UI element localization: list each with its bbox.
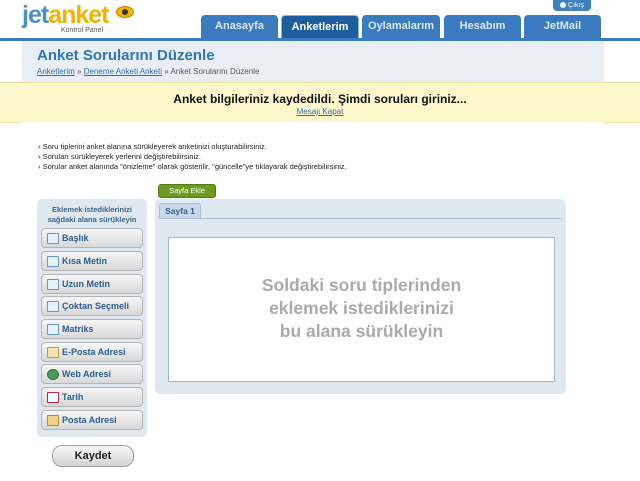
drop-zone-hint-line: eklemek istediklerinizi: [269, 298, 454, 318]
instructions-list: › Soru tiplerini anket alanına sürükleye…: [38, 142, 347, 172]
instructions-area: › Soru tiplerini anket alanına sürükleye…: [22, 122, 604, 180]
question-type-label: Uzun Metin: [62, 279, 110, 289]
question-type-postal-address[interactable]: Posta Adresi: [41, 410, 143, 430]
matrix-icon: [47, 324, 59, 335]
question-type-long-text[interactable]: Uzun Metin: [41, 274, 143, 294]
drop-zone-hint-line: Soldaki soru tiplerinden: [261, 275, 462, 295]
breadcrumb-separator: »: [164, 67, 169, 76]
power-icon: [560, 2, 567, 8]
question-types-panel: Eklemek istediklerinizi sağdaki alana sü…: [37, 199, 147, 437]
panel-heading-line: sağdaki alana sürükleyin: [47, 215, 137, 224]
calendar-icon: [47, 392, 59, 403]
breadcrumb-separator: »: [77, 67, 82, 76]
breadcrumb-survey[interactable]: Deneme Anketi Anketi: [84, 67, 162, 76]
header: jetanket Kontrol Panel Çıkış Anasayfa An…: [0, 0, 640, 38]
tab-oylamalarim[interactable]: Oylamalarım: [362, 15, 440, 38]
tab-anasayfa[interactable]: Anasayfa: [201, 15, 278, 38]
question-drop-zone[interactable]: Soldaki soru tiplerinden eklemek istedik…: [168, 237, 555, 382]
question-type-matrix[interactable]: Matriks: [41, 319, 143, 339]
logo-jet: jet: [22, 1, 49, 29]
title-bar: Anket Sorularını Düzenle Anketlerim » De…: [22, 41, 604, 82]
question-type-label: E-Posta Adresi: [62, 347, 126, 357]
logout-label: Çıkış: [568, 2, 584, 9]
page-title: Anket Sorularını Düzenle: [37, 47, 215, 64]
email-icon: [47, 347, 59, 358]
tab-anketlerim[interactable]: Anketlerim: [281, 15, 359, 38]
save-button[interactable]: Kaydet: [52, 445, 134, 467]
page-tab-strip: [159, 218, 562, 219]
add-page-button[interactable]: Sayfa Ekle: [158, 184, 216, 198]
success-notice: Anket bilgileriniz kaydedildi. Şimdi sor…: [0, 82, 640, 123]
question-type-date[interactable]: Tarih: [41, 387, 143, 407]
question-type-label: Tarih: [62, 392, 84, 402]
question-type-label: Posta Adresi: [62, 415, 117, 425]
question-type-short-text[interactable]: Kısa Metin: [41, 251, 143, 271]
question-type-web-address[interactable]: Web Adresi: [41, 364, 143, 384]
instruction-item: › Sorular anket alanında "önizleme" olar…: [38, 162, 347, 171]
short-text-icon: [47, 256, 59, 267]
logo[interactable]: jetanket: [22, 1, 110, 29]
question-type-email[interactable]: E-Posta Adresi: [41, 342, 143, 362]
question-type-label: Matriks: [62, 324, 94, 334]
globe-icon: [47, 369, 59, 380]
drop-zone-hint-line: bu alana sürükleyin: [279, 321, 444, 341]
tab-jetmail[interactable]: JetMail: [524, 15, 601, 38]
eye-logo-icon: [116, 6, 134, 18]
home-icon: [47, 415, 59, 426]
survey-editor-panel: Sayfa 1 Soldaki soru tiplerinden eklemek…: [155, 199, 566, 394]
panel-heading-line: Eklemek istediklerinizi: [51, 205, 133, 214]
tab-hesabim[interactable]: Hesabım: [444, 15, 521, 38]
question-type-heading[interactable]: Başlık: [41, 228, 143, 248]
tab-page-1[interactable]: Sayfa 1: [159, 203, 201, 218]
logo-anket: anket: [48, 1, 109, 29]
instruction-item: › Soru tiplerini anket alanına sürükleye…: [38, 142, 267, 151]
question-type-label: Web Adresi: [62, 369, 112, 379]
instruction-item: › Soruları sürükleyerek yerlerini değişt…: [38, 152, 201, 161]
heading-icon: [47, 233, 59, 244]
question-type-label: Kısa Metin: [62, 256, 108, 266]
multiple-choice-icon: [47, 301, 59, 312]
breadcrumb: Anketlerim » Deneme Anketi Anketi » Anke…: [37, 67, 259, 76]
logo-subtitle: Kontrol Panel: [61, 27, 104, 34]
notice-message: Anket bilgileriniz kaydedildi. Şimdi sor…: [173, 92, 467, 106]
question-type-label: Başlık: [62, 233, 89, 243]
panel-heading: Eklemek istediklerinizi sağdaki alana sü…: [37, 205, 147, 225]
long-text-icon: [47, 279, 59, 290]
breadcrumb-anketlerim[interactable]: Anketlerim: [37, 67, 75, 76]
close-notice-link[interactable]: Mesajı Kapat: [0, 107, 640, 116]
question-type-multiple-choice[interactable]: Çoktan Seçmeli: [41, 296, 143, 316]
drop-zone-hint: Soldaki soru tiplerinden eklemek istedik…: [169, 274, 554, 343]
question-type-label: Çoktan Seçmeli: [62, 301, 130, 311]
logout-button[interactable]: Çıkış: [553, 0, 591, 11]
breadcrumb-current: Anket Sorularını Düzenle: [170, 67, 260, 76]
